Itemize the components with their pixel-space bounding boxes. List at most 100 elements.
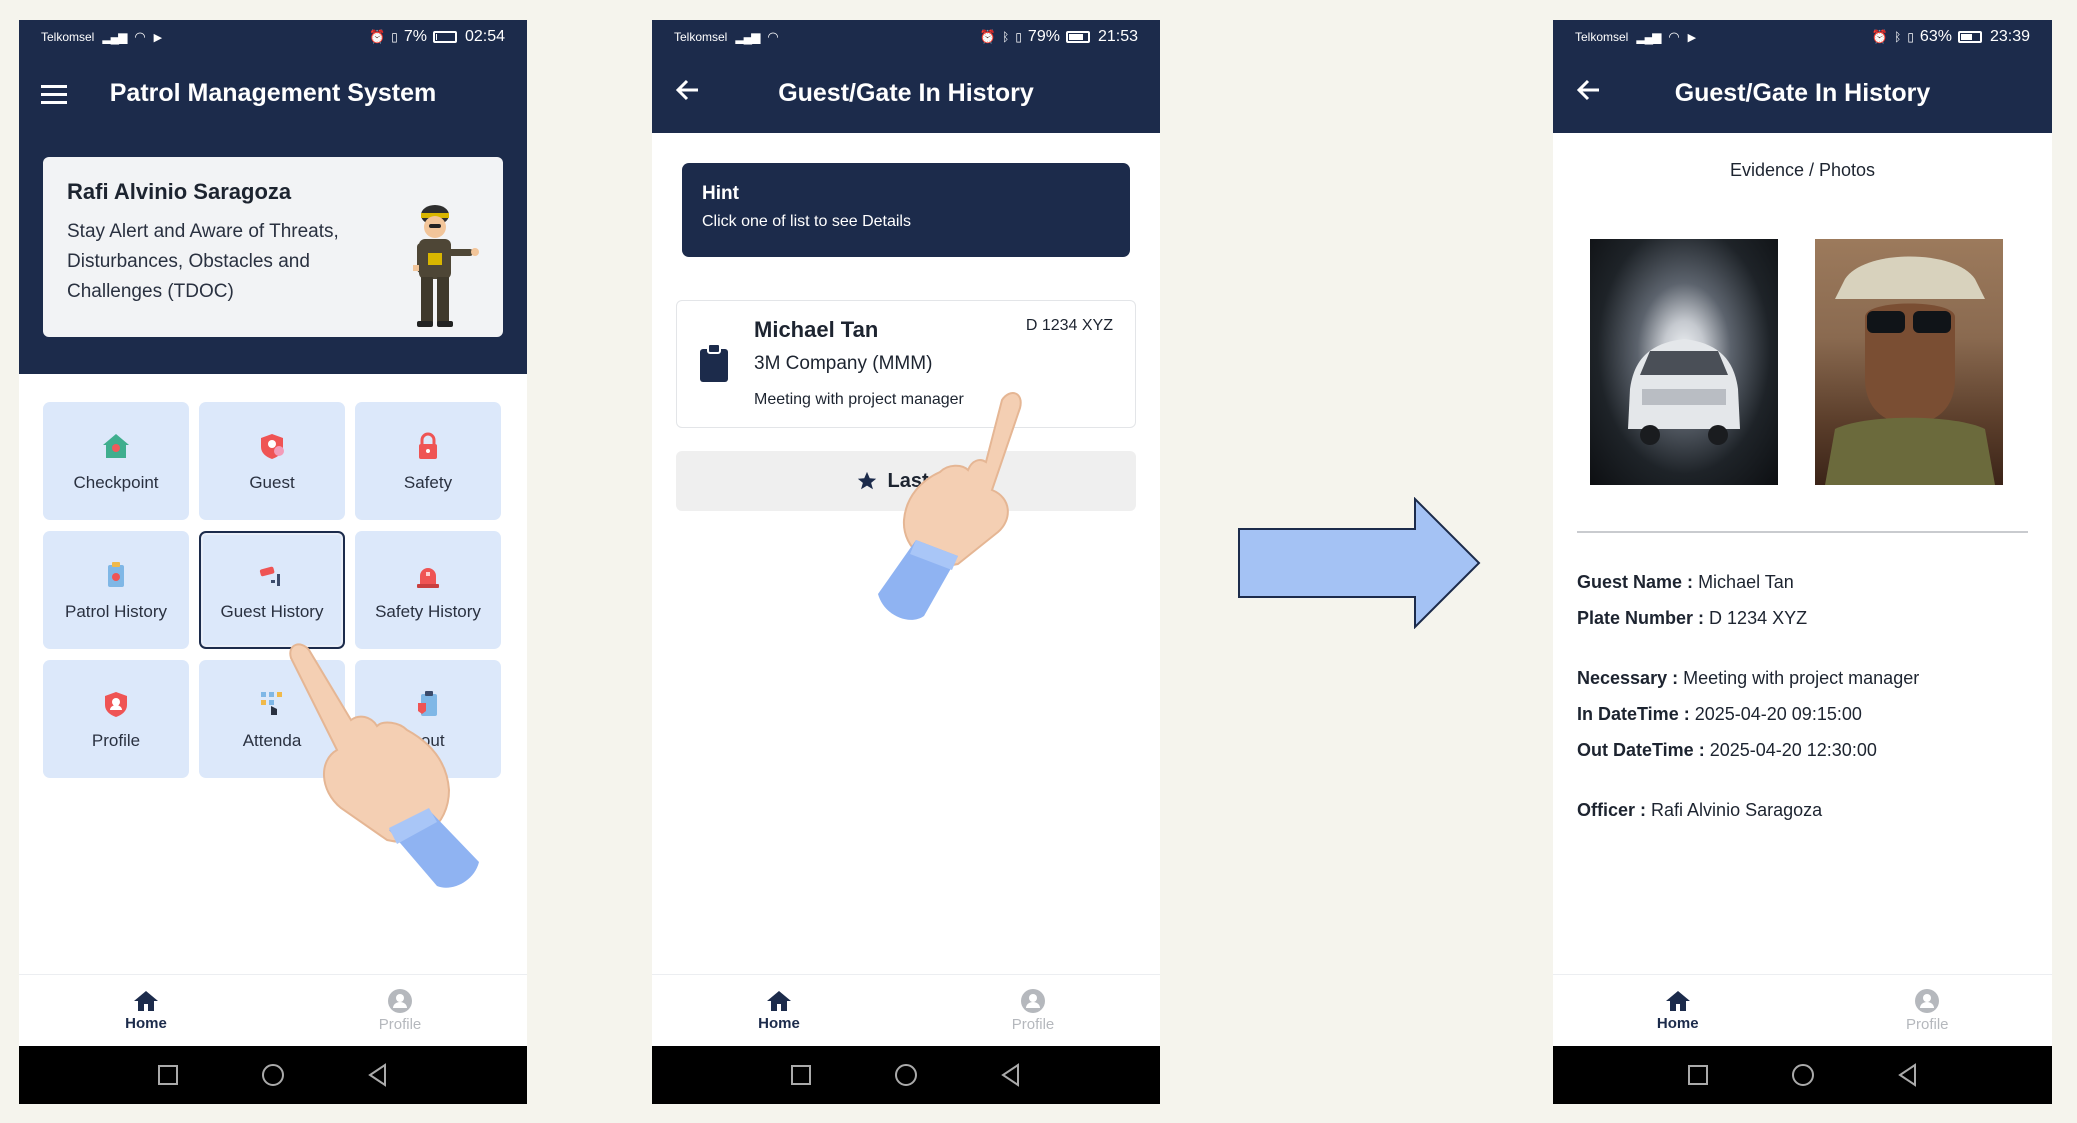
- nav-profile[interactable]: Profile: [1803, 975, 2053, 1046]
- guest-company: 3M Company (MMM): [754, 353, 933, 374]
- welcome-card: Rafi Alvinio Saragoza Stay Alert and Awa…: [43, 157, 503, 337]
- battery-icon: [1957, 31, 1982, 43]
- recent-apps-icon[interactable]: [157, 1064, 179, 1086]
- guest-history-icon: [255, 558, 289, 592]
- in-datetime-value: 2025-04-20 09:15:00: [1694, 704, 1862, 724]
- youtube-icon: ▶: [153, 31, 163, 44]
- bottom-navigation: Home Profile: [652, 974, 1160, 1046]
- recent-apps-icon[interactable]: [1687, 1064, 1709, 1086]
- guest-necessary: Meeting with project manager: [754, 391, 964, 408]
- profile-avatar-icon: [388, 989, 412, 1013]
- battery-percent: 79%: [1027, 28, 1060, 45]
- signal-icon: ▂▄▆: [735, 30, 760, 44]
- nav-profile[interactable]: Profile: [906, 975, 1160, 1046]
- guest-name-value: Michael Tan: [1698, 572, 1794, 592]
- back-triangle-icon[interactable]: [367, 1063, 389, 1087]
- home-icon: [134, 991, 158, 1011]
- youtube-icon: ▶: [1687, 31, 1697, 44]
- menu-label: Safety: [403, 473, 453, 492]
- vehicle-photo[interactable]: [1590, 239, 1778, 485]
- nav-profile[interactable]: Profile: [273, 975, 527, 1046]
- home-circle-icon[interactable]: [1791, 1063, 1815, 1087]
- app-bar: Guest/Gate In History: [652, 54, 1160, 133]
- hint-box: Hint Click one of list to see Details: [682, 163, 1130, 257]
- bottom-navigation: Home Profile: [1553, 974, 2052, 1046]
- nav-home-label: Home: [1656, 1015, 1699, 1032]
- menu-label: Checkpoint: [73, 473, 159, 492]
- nav-home[interactable]: Home: [1553, 975, 1803, 1046]
- page-title: Guest/Gate In History: [778, 79, 1034, 107]
- back-arrow-icon[interactable]: [674, 76, 708, 110]
- welcome-message: Stay Alert and Aware of Threats, Disturb…: [67, 221, 339, 302]
- plate-number-value: D 1234 XYZ: [1709, 608, 1808, 628]
- nav-profile-label: Profile: [1011, 1016, 1055, 1033]
- menu-label: Safety History: [375, 602, 481, 621]
- star-icon: [857, 471, 876, 490]
- attendance-icon: [255, 687, 289, 721]
- menu-tile-guest-history[interactable]: Guest History: [199, 531, 345, 649]
- bluetooth-icon: ᛒ: [1894, 30, 1902, 44]
- menu-icon[interactable]: [41, 76, 75, 110]
- officer-value: Rafi Alvinio Saragoza: [1651, 800, 1823, 820]
- signal-icon: ▂▄▆: [1636, 30, 1661, 44]
- detail-in-datetime: In DateTime : 2025-04-20 09:15:00: [1577, 704, 1862, 724]
- evidence-title: Evidence / Photos: [1729, 160, 1876, 180]
- guest-list-item[interactable]: Michael Tan 3M Company (MMM) Meeting wit…: [676, 300, 1136, 428]
- app-bar: Guest/Gate In History: [1553, 54, 2052, 133]
- wifi-icon: ◠: [134, 29, 146, 44]
- section-divider: [1577, 531, 2028, 533]
- out-datetime-value: 2025-04-20 12:30:00: [1709, 740, 1877, 760]
- plate-number: D 1234 XYZ: [1025, 317, 1113, 334]
- home-icon: [767, 991, 791, 1011]
- battery-percent: 63%: [1919, 28, 1952, 45]
- wifi-icon: ◠: [767, 29, 779, 44]
- detail-out-datetime: Out DateTime : 2025-04-20 12:30:00: [1577, 740, 1877, 760]
- signal-icon: ▂▄▆: [102, 30, 127, 44]
- nav-home[interactable]: Home: [19, 975, 273, 1046]
- status-bar: Telkomsel ▂▄▆ ◠ ⏰ ᛒ ▯ 79% 21:53: [652, 20, 1160, 54]
- carrier-label: Telkomsel: [674, 30, 728, 44]
- menu-tile-profile[interactable]: Profile: [43, 660, 189, 778]
- menu-label: Guest History: [220, 602, 324, 621]
- phone-screen-guest-history-list: Telkomsel ▂▄▆ ◠ ⏰ ᛒ ▯ 79% 21:53 Guest/Gate In …: [652, 20, 1160, 1104]
- guest-name: Michael Tan: [754, 317, 879, 342]
- home-icon: [1665, 991, 1690, 1011]
- last-10-button[interactable]: Last 10: [676, 451, 1136, 511]
- battery-icon: [1065, 31, 1090, 43]
- back-triangle-icon[interactable]: [1000, 1063, 1022, 1087]
- menu-tile-checkpoint[interactable]: Checkpoint: [43, 402, 189, 520]
- clipboard-icon: [700, 343, 728, 382]
- home-circle-icon[interactable]: [261, 1063, 285, 1087]
- phone-screen-guest-detail: Telkomsel ▂▄▆ ◠ ▶ ⏰ ᛒ ▯ 63% 23:39 Guest/Gate In…: [1553, 20, 2052, 1104]
- menu-label: gout: [411, 731, 445, 750]
- detail-guest-name: Guest Name : Michael Tan: [1577, 572, 1794, 592]
- safety-history-icon: [411, 558, 445, 592]
- menu-label: Profile: [91, 731, 141, 750]
- nav-home[interactable]: Home: [652, 975, 906, 1046]
- menu-tile-patrol-history[interactable]: Patrol History: [43, 531, 189, 649]
- menu-grid: Checkpoint Guest Safety Patrol History G…: [43, 402, 503, 778]
- hint-text: Click one of list to see Details: [702, 213, 911, 230]
- nav-home-label: Home: [125, 1015, 167, 1032]
- checkpoint-icon: [99, 429, 133, 463]
- patrol-history-icon: [99, 558, 133, 592]
- guest-selfie-photo[interactable]: [1815, 239, 2003, 485]
- recent-apps-icon[interactable]: [790, 1064, 812, 1086]
- back-arrow-icon[interactable]: [1575, 76, 1609, 110]
- back-triangle-icon[interactable]: [1897, 1063, 1919, 1087]
- menu-tile-safety-history[interactable]: Safety History: [355, 531, 501, 649]
- logout-icon: [411, 687, 445, 721]
- clock: 21:53: [1097, 28, 1138, 45]
- status-bar: Telkomsel ▂▄▆ ◠ ▶ ⏰ ▯ 7% 02:54: [19, 20, 527, 54]
- profile-avatar-icon: [1915, 989, 1940, 1013]
- battery-percent: 7%: [403, 28, 427, 45]
- detail-plate-number: Plate Number : D 1234 XYZ: [1577, 608, 1808, 628]
- menu-tile-logout[interactable]: gout: [355, 660, 501, 778]
- menu-tile-attendance[interactable]: Attenda: [199, 660, 345, 778]
- home-circle-icon[interactable]: [894, 1063, 918, 1087]
- detail-officer: Officer : Rafi Alvinio Saragoza: [1577, 800, 1823, 820]
- menu-tile-safety[interactable]: Safety: [355, 402, 501, 520]
- bottom-navigation: Home Profile: [19, 974, 527, 1046]
- carrier-label: Telkomsel: [41, 30, 95, 44]
- menu-tile-guest[interactable]: Guest: [199, 402, 345, 520]
